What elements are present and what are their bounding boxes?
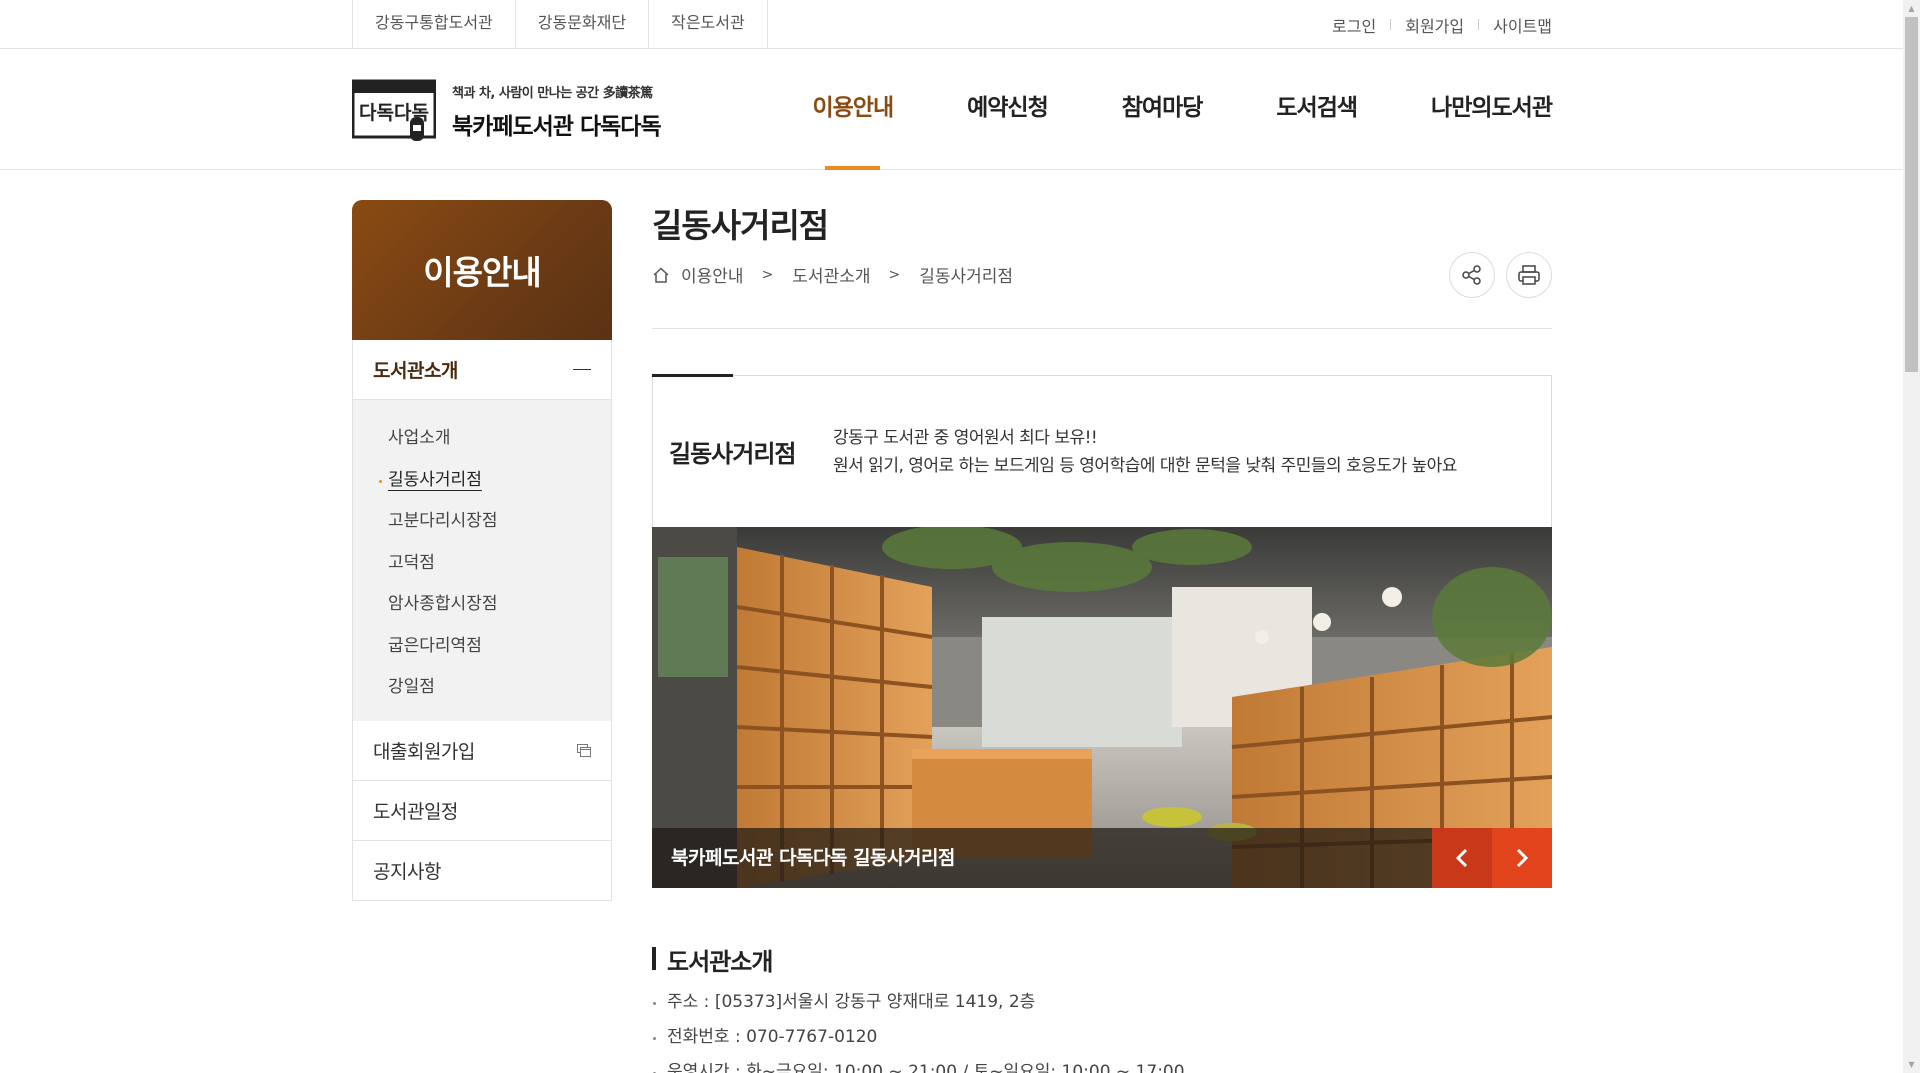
logo-title: 북카페도서관 다독다독 — [452, 113, 662, 140]
branch-description-line: 강동구 도서관 중 영어원서 최다 보유!! — [833, 428, 1098, 448]
site-logo[interactable]: 다독다독 책과 차, 사람이 만나는 공간 多讀茶篤 북카페도서관 다독다독 — [351, 79, 662, 143]
submenu-item-amsa[interactable]: 암사종합시장점 — [353, 584, 611, 626]
breadcrumb-item[interactable]: 도서관소개 — [792, 262, 870, 287]
gnb-item-usage-guide[interactable]: 이용안내 — [812, 49, 894, 170]
family-link-integrated-library[interactable]: 강동구통합도서관 — [352, 0, 515, 49]
divider — [652, 328, 1552, 329]
printer-icon — [1518, 265, 1540, 285]
main-content: 길동사거리점 이용안내 > 도서관소개 > 길동사거리점 길동사거리점 강동구 … — [652, 200, 1552, 1073]
scrollbar-thumb[interactable] — [1905, 17, 1918, 372]
sidebar-item-library-intro[interactable]: 도서관소개 — [352, 340, 612, 400]
chevron-right-icon — [1516, 848, 1529, 868]
page-scrollbar[interactable]: ▲ ▼ — [1903, 0, 1920, 1073]
info-hours: 운영시간 : 화~금요일: 10:00 ~ 21:00 / 토~일요일: 10:… — [652, 1056, 1185, 1073]
family-site-links: 강동구통합도서관 강동문화재단 작은도서관 — [352, 0, 768, 49]
divider — [1478, 19, 1480, 30]
sitemap-link[interactable]: 사이트맵 — [1493, 13, 1552, 37]
sidebar-item-membership[interactable]: 대출회원가입 — [352, 720, 612, 781]
sidebar-title: 이용안내 — [352, 200, 612, 340]
scroll-up-arrow-icon[interactable]: ▲ — [1903, 0, 1920, 17]
submenu-item-gangil[interactable]: 강일점 — [353, 667, 611, 709]
top-utility-bar: 강동구통합도서관 강동문화재단 작은도서관 로그인 회원가입 사이트맵 — [0, 0, 1903, 49]
logo-subtitle: 책과 차, 사람이 만나는 공간 多讀茶篤 — [452, 85, 653, 101]
sidebar-item-label: 도서관소개 — [373, 360, 458, 382]
breadcrumb-item-current: 길동사거리점 — [919, 267, 1014, 287]
site-header: 다독다독 책과 차, 사람이 만나는 공간 多讀茶篤 북카페도서관 다독다독 이… — [0, 49, 1903, 170]
logo-mark-icon: 다독다독 — [351, 79, 437, 143]
home-icon[interactable] — [652, 266, 670, 284]
gnb-item-participation[interactable]: 참여마당 — [1122, 49, 1204, 170]
family-link-culture-foundation[interactable]: 강동문화재단 — [514, 0, 648, 49]
chevron-right-icon: > — [888, 266, 901, 283]
divider — [1390, 19, 1392, 30]
library-info-list: 주소 : [05373]서울시 강동구 양재대로 1419, 2층 전화번호 :… — [652, 986, 1185, 1073]
collapse-icon — [573, 369, 591, 370]
branch-name: 길동사거리점 — [669, 440, 796, 468]
gnb-item-book-search[interactable]: 도서검색 — [1276, 49, 1358, 170]
chevron-right-icon: > — [761, 266, 774, 283]
chevron-left-icon — [1455, 848, 1468, 868]
submenu-item-business[interactable]: 사업소개 — [353, 418, 611, 460]
slide-caption: 북카페도서관 다독다독 길동사거리점 — [652, 828, 1432, 888]
tab-indicator — [652, 374, 733, 377]
page-tools — [1438, 252, 1552, 298]
info-address: 주소 : [05373]서울시 강동구 양재대로 1419, 2층 — [652, 986, 1185, 1021]
main-navigation: 이용안내 예약신청 참여마당 도서검색 나만의도서관 — [738, 49, 1553, 170]
branch-description-line: 원서 읽기, 영어로 하는 보드게임 등 영어학습에 대한 문턱을 낮춰 주민들… — [833, 456, 1457, 476]
sidebar-item-schedule[interactable]: 도서관일정 — [352, 780, 612, 841]
submenu-item-gubeundari[interactable]: 굽은다리역점 — [353, 626, 611, 668]
page-title: 길동사거리점 — [652, 206, 829, 245]
breadcrumb-item[interactable]: 이용안내 — [681, 262, 744, 287]
gnb-item-my-library[interactable]: 나만의도서관 — [1431, 49, 1553, 170]
sidebar-navigation: 이용안내 도서관소개 사업소개 길동사거리점 고분다리시장점 고덕점 암사종합시… — [352, 200, 612, 901]
signup-link[interactable]: 회원가입 — [1405, 13, 1464, 37]
info-phone: 전화번호 : 070-7767-0120 — [652, 1021, 1185, 1056]
sidebar-item-label: 도서관일정 — [373, 800, 458, 823]
print-button[interactable] — [1506, 252, 1552, 298]
submenu-item-gobundari[interactable]: 고분다리시장점 — [353, 501, 611, 543]
branch-photo-slider: 북카페도서관 다독다독 길동사거리점 — [652, 527, 1552, 888]
branch-description: 강동구 도서관 중 영어원서 최다 보유!! 원서 읽기, 영어로 하는 보드게… — [833, 424, 1457, 480]
submenu-item-gildong[interactable]: 길동사거리점 — [353, 460, 611, 502]
sidebar-item-label: 대출회원가입 — [373, 740, 475, 763]
next-slide-button[interactable] — [1492, 828, 1552, 888]
sidebar-item-label: 공지사항 — [373, 860, 441, 883]
sidebar-item-notice[interactable]: 공지사항 — [352, 840, 612, 901]
branch-intro-box: 길동사거리점 강동구 도서관 중 영어원서 최다 보유!! 원서 읽기, 영어로… — [652, 374, 1552, 888]
sidebar-submenu: 사업소개 길동사거리점 고분다리시장점 고덕점 암사종합시장점 굽은다리역점 강… — [352, 400, 612, 721]
user-utility-links: 로그인 회원가입 사이트맵 — [1332, 0, 1552, 49]
new-window-icon — [577, 743, 591, 757]
scroll-down-arrow-icon[interactable]: ▼ — [1903, 1056, 1920, 1073]
prev-slide-button[interactable] — [1432, 828, 1492, 888]
breadcrumb: 이용안내 > 도서관소개 > 길동사거리점 — [652, 262, 1013, 287]
login-link[interactable]: 로그인 — [1332, 13, 1376, 37]
share-button[interactable] — [1449, 252, 1495, 298]
section-title: 도서관소개 — [652, 942, 773, 977]
family-link-small-library[interactable]: 작은도서관 — [648, 0, 768, 49]
gnb-item-reservation[interactable]: 예약신청 — [967, 49, 1049, 170]
logo-text: 책과 차, 사람이 만나는 공간 多讀茶篤 북카페도서관 다독다독 — [452, 82, 662, 141]
submenu-item-godeok[interactable]: 고덕점 — [353, 543, 611, 585]
share-icon — [1462, 265, 1481, 285]
